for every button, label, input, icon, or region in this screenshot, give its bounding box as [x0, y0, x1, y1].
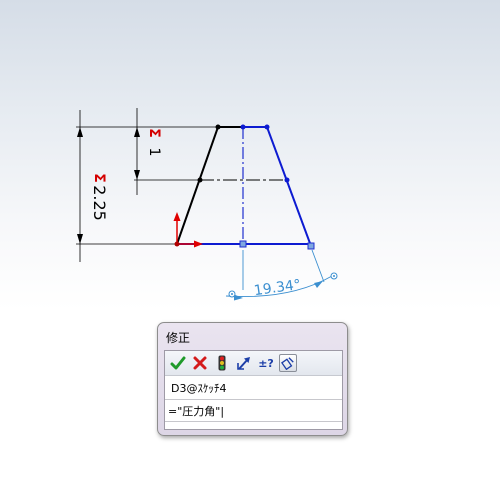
arrow-right [314, 281, 323, 288]
sigma-icon: Σ [91, 173, 107, 183]
value-input[interactable] [168, 403, 338, 419]
endpoint-handle[interactable] [239, 240, 247, 248]
vertex-point[interactable] [284, 177, 290, 183]
dialog-body: ±? D3@ｽｹｯﾁ4 [164, 350, 343, 430]
origin-icon [173, 212, 203, 248]
endpoint-handle[interactable] [307, 242, 315, 250]
dialog-title: 修正 [166, 331, 191, 345]
vertex-point[interactable] [240, 124, 246, 130]
arrow-bottom [134, 170, 140, 180]
angle-extension-slanted [311, 249, 325, 283]
vertex-point[interactable] [264, 124, 270, 130]
arrow-top [77, 127, 83, 137]
ok-button[interactable] [169, 354, 187, 372]
modify-dialog[interactable]: 修正 ±? D3@ｽｹｯﾁ4 ="圧力角"| [157, 322, 348, 436]
mark-dimension-button[interactable] [279, 354, 297, 372]
reverse-direction-button[interactable] [235, 354, 253, 372]
divider [165, 421, 342, 422]
angle-dimension[interactable]: 19.34° [225, 249, 338, 301]
mark-dimension-icon [281, 357, 294, 370]
rebuild-button[interactable] [213, 354, 231, 372]
check-icon [170, 356, 186, 370]
arrow-top [134, 127, 140, 137]
upper-height-dimension[interactable]: Σ 1 [134, 108, 200, 195]
close-icon [193, 356, 207, 370]
right-edge[interactable] [266, 126, 312, 247]
total-height-value[interactable]: 2.25 [90, 185, 109, 221]
arrow-left [234, 294, 243, 301]
dialog-toolbar: ±? [165, 351, 342, 376]
angle-value[interactable]: 19.34° [253, 277, 302, 299]
trapezoid-sketch[interactable] [176, 124, 315, 250]
tolerance-button[interactable]: ±? [257, 354, 275, 372]
reverse-direction-icon [237, 357, 250, 370]
traffic-light-icon [218, 355, 226, 371]
arc-handle-dot [333, 275, 335, 277]
divider [165, 399, 342, 400]
arc-handle-dot [231, 293, 233, 295]
dimension-name: D3@ｽｹｯﾁ4 [171, 382, 227, 395]
upper-height-value[interactable]: 1 [146, 148, 162, 157]
arrow-bottom [77, 234, 83, 244]
vertex-point[interactable] [197, 177, 203, 183]
cancel-button[interactable] [191, 354, 209, 372]
vertex-point[interactable] [215, 124, 221, 130]
sigma-icon: Σ [146, 128, 162, 138]
left-edge[interactable] [176, 126, 219, 245]
